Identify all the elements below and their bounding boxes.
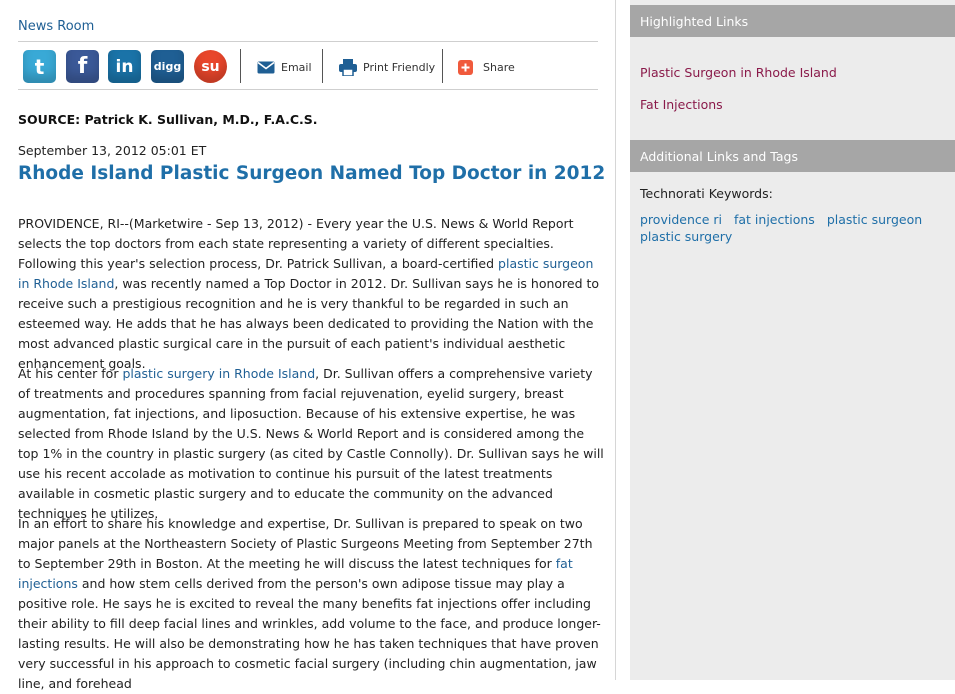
press-source: SOURCE: Patrick K. Sullivan, M.D., F.A.C… [18, 112, 318, 127]
article-paragraph-3: In an effort to share his knowledge and … [18, 516, 601, 691]
tag-providence-ri[interactable]: providence ri [640, 212, 722, 227]
plastic-surgery-in-rhode-island-link[interactable]: plastic surgery in Rhode Island [122, 366, 315, 381]
publish-date: September 13, 2012 05:01 ET [18, 143, 207, 158]
keyword-tags: providence ri fat injections plastic sur… [640, 211, 945, 245]
article-paragraph-2: At his center for plastic surgery in Rho… [18, 366, 604, 521]
facebook-icon[interactable]: f [66, 50, 99, 83]
twitter-icon[interactable]: t [23, 50, 56, 83]
toolbar-separator [322, 49, 323, 83]
highlighted-links-header: Highlighted Links [630, 5, 955, 37]
toolbar-separator [442, 49, 443, 83]
toolbar-separator [240, 49, 241, 83]
digg-icon[interactable]: digg [151, 50, 184, 83]
share-label: Share [483, 60, 515, 74]
highlighted-link-plastic-surgeon[interactable]: Plastic Surgeon in Rhode Island [640, 65, 837, 80]
article-paragraph-1: PROVIDENCE, RI--(Marketwire - Sep 13, 20… [18, 216, 600, 371]
highlighted-link-fat-injections[interactable]: Fat Injections [640, 97, 723, 112]
printer-icon [339, 58, 357, 76]
article-column: News Room t f in digg su Email Print Fri… [0, 0, 616, 691]
sidebar: Highlighted Links Plastic Surgeon in Rho… [630, 0, 955, 680]
article-headline: Rhode Island Plastic Surgeon Named Top D… [18, 163, 606, 184]
tag-plastic-surgeon[interactable]: plastic surgeon [827, 212, 922, 227]
envelope-icon [257, 61, 275, 73]
email-button[interactable]: Email [257, 57, 312, 77]
divider-top [18, 41, 598, 42]
email-label: Email [281, 60, 312, 74]
additional-links-header: Additional Links and Tags [630, 140, 955, 172]
share-toolbar: t f in digg su Email Print Friendly Shar… [18, 47, 598, 87]
tag-fat-injections[interactable]: fat injections [734, 212, 815, 227]
tag-plastic-surgery[interactable]: plastic surgery [640, 229, 732, 244]
print-label: Print Friendly [363, 60, 436, 74]
plus-share-icon [458, 59, 473, 75]
divider-bottom [18, 89, 598, 90]
technorati-keywords-label: Technorati Keywords: [640, 186, 773, 201]
linkedin-icon[interactable]: in [108, 50, 141, 83]
newsroom-link[interactable]: News Room [18, 19, 94, 34]
stumbleupon-icon[interactable]: su [194, 50, 227, 83]
print-friendly-button[interactable]: Print Friendly [339, 57, 435, 77]
share-button[interactable]: Share [458, 57, 515, 77]
